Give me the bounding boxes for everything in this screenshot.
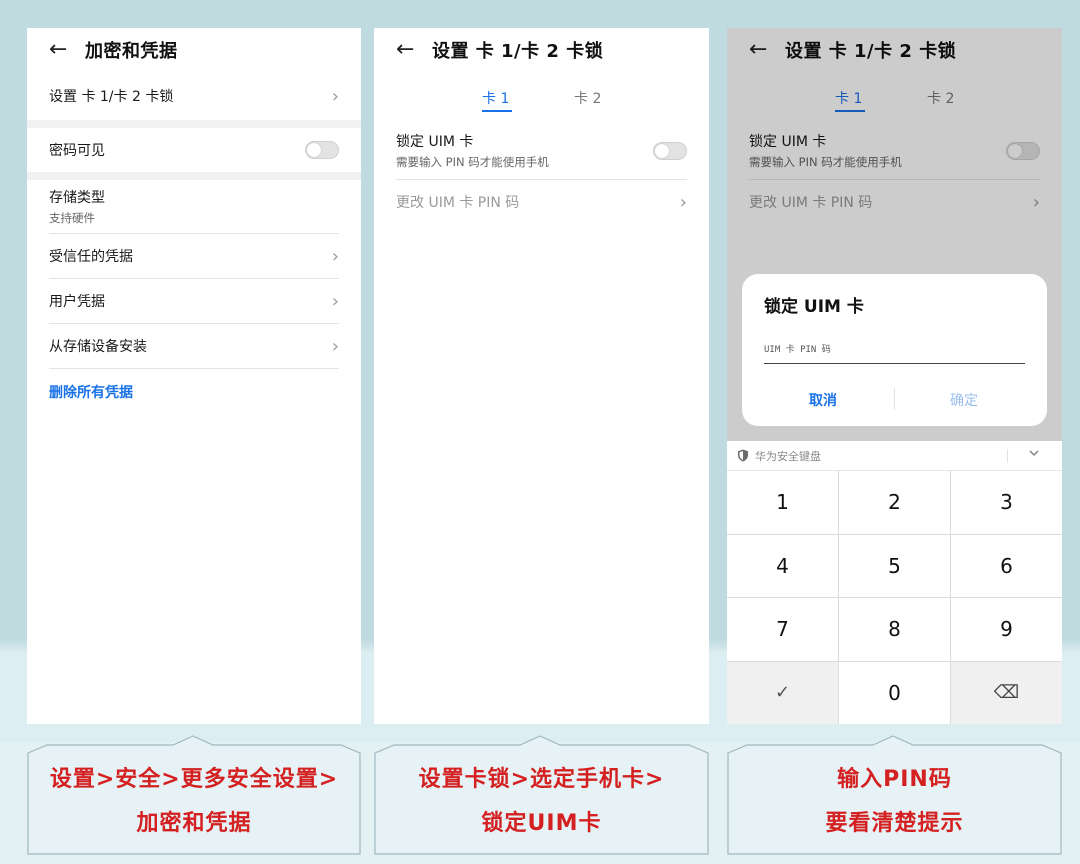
keyboard-header: 华为安全键盘 bbox=[727, 441, 1062, 471]
trusted-credentials-item[interactable]: 受信任的凭据 › bbox=[49, 234, 339, 279]
sim-lock-item[interactable]: 设置 卡 1/卡 2 卡锁 › bbox=[49, 72, 339, 120]
chevron-right-icon: › bbox=[331, 290, 339, 312]
backspace-icon[interactable]: ⌫ bbox=[951, 661, 1062, 724]
caption-line-2: 锁定UIM卡 bbox=[481, 811, 602, 836]
install-from-storage-label: 从存储设备安装 bbox=[49, 339, 147, 355]
keyboard-name: 华为安全键盘 bbox=[755, 449, 821, 463]
delete-credentials-link[interactable]: 删除所有凭据 bbox=[49, 382, 133, 402]
trusted-credentials-label: 受信任的凭据 bbox=[49, 249, 133, 265]
user-credentials-label: 用户凭据 bbox=[49, 294, 105, 310]
key-0[interactable]: 0 bbox=[839, 661, 950, 724]
dialog-title: 锁定 UIM 卡 bbox=[764, 297, 864, 317]
caption-line-2: 加密和凭据 bbox=[136, 811, 252, 836]
cancel-button[interactable]: 取消 bbox=[809, 390, 837, 410]
key-2[interactable]: 2 bbox=[839, 471, 950, 534]
key-3[interactable]: 3 bbox=[951, 471, 1062, 534]
keyboard-header-divider bbox=[1007, 449, 1008, 463]
delete-credentials-item[interactable]: 删除所有凭据 bbox=[49, 369, 339, 414]
caption-box bbox=[727, 735, 1062, 855]
storage-type-value: 支持硬件 bbox=[49, 211, 95, 225]
page-title: 加密和凭据 bbox=[85, 41, 178, 62]
chevron-right-icon: › bbox=[679, 191, 687, 213]
change-pin-label: 更改 UIM 卡 PIN 码 bbox=[396, 195, 520, 211]
lock-uim-toggle[interactable] bbox=[653, 141, 687, 160]
password-visible-toggle[interactable] bbox=[305, 141, 339, 159]
page-title: 设置 卡 1/卡 2 卡锁 bbox=[432, 41, 604, 62]
caption-box bbox=[27, 735, 361, 855]
key-8[interactable]: 8 bbox=[839, 598, 950, 661]
lock-uim-dialog: 锁定 UIM 卡 取消 确定 bbox=[742, 274, 1047, 426]
change-pin-item[interactable]: 更改 UIM 卡 PIN 码 › bbox=[396, 180, 687, 224]
screen-pin-entry: ← 设置 卡 1/卡 2 卡锁 卡 1 卡 2 锁定 UIM 卡 需要输入 PI… bbox=[727, 28, 1062, 724]
key-6[interactable]: 6 bbox=[951, 534, 1062, 597]
lock-uim-item: 锁定 UIM 卡 需要输入 PIN 码才能使用手机 bbox=[396, 122, 687, 180]
tab-card-2[interactable]: 卡 2 bbox=[574, 88, 601, 108]
storage-type-item: 存储类型 支持硬件 bbox=[49, 180, 339, 234]
password-visible-label: 密码可见 bbox=[49, 143, 105, 159]
chevron-down-icon[interactable] bbox=[1028, 447, 1040, 459]
sim-lock-label: 设置 卡 1/卡 2 卡锁 bbox=[49, 89, 174, 105]
key-7[interactable]: 7 bbox=[727, 598, 838, 661]
toggle-knob bbox=[307, 143, 321, 157]
chevron-right-icon: › bbox=[331, 85, 339, 107]
card-tabs: 卡 1 卡 2 bbox=[374, 72, 709, 122]
lock-uim-label: 锁定 UIM 卡 bbox=[396, 134, 474, 150]
section-divider bbox=[27, 120, 361, 128]
install-from-storage-item[interactable]: 从存储设备安装 › bbox=[49, 324, 339, 369]
shield-icon bbox=[738, 449, 748, 462]
titlebar: ← 设置 卡 1/卡 2 卡锁 bbox=[374, 28, 709, 72]
key-4[interactable]: 4 bbox=[727, 534, 838, 597]
secure-numeric-keypad: 1 2 3 4 5 6 7 8 9 ✓ 0 ⌫ bbox=[727, 471, 1062, 724]
caption-step-1: 设置>安全>更多安全设置> 加密和凭据 bbox=[27, 735, 361, 855]
titlebar: ← 加密和凭据 bbox=[27, 28, 361, 72]
caption-box bbox=[374, 735, 709, 855]
storage-type-label: 存储类型 bbox=[49, 190, 105, 206]
key-1[interactable]: 1 bbox=[727, 471, 838, 534]
button-divider bbox=[894, 388, 895, 410]
caption-line-1: 输入PIN码 bbox=[837, 767, 952, 792]
lock-uim-hint: 需要输入 PIN 码才能使用手机 bbox=[396, 155, 549, 169]
active-tab-indicator bbox=[482, 110, 512, 112]
caption-line-1: 设置卡锁>选定手机卡> bbox=[418, 767, 665, 792]
toggle-knob bbox=[655, 143, 669, 158]
back-arrow-icon[interactable]: ← bbox=[396, 39, 432, 61]
key-5[interactable]: 5 bbox=[839, 534, 950, 597]
chevron-right-icon: › bbox=[331, 335, 339, 357]
password-visible-item: 密码可见 bbox=[49, 128, 339, 172]
caption-step-3: 输入PIN码 要看清楚提示 bbox=[727, 735, 1062, 855]
tab-card-1[interactable]: 卡 1 bbox=[482, 88, 509, 108]
confirm-button[interactable]: 确定 bbox=[950, 390, 978, 410]
caption-line-1: 设置>安全>更多安全设置> bbox=[49, 767, 339, 792]
screen-sim-lock: ← 设置 卡 1/卡 2 卡锁 卡 1 卡 2 锁定 UIM 卡 需要输入 PI… bbox=[374, 28, 709, 724]
screen-encryption-credentials: ← 加密和凭据 设置 卡 1/卡 2 卡锁 › 密码可见 存储类型 支持硬件 受… bbox=[27, 28, 361, 724]
caption-line-2: 要看清楚提示 bbox=[825, 811, 964, 836]
user-credentials-item[interactable]: 用户凭据 › bbox=[49, 279, 339, 324]
key-9[interactable]: 9 bbox=[951, 598, 1062, 661]
check-icon[interactable]: ✓ bbox=[727, 661, 838, 724]
chevron-right-icon: › bbox=[331, 245, 339, 267]
caption-step-2: 设置卡锁>选定手机卡> 锁定UIM卡 bbox=[374, 735, 709, 855]
back-arrow-icon[interactable]: ← bbox=[49, 39, 85, 61]
pin-input[interactable] bbox=[764, 336, 1025, 364]
section-divider bbox=[27, 172, 361, 180]
